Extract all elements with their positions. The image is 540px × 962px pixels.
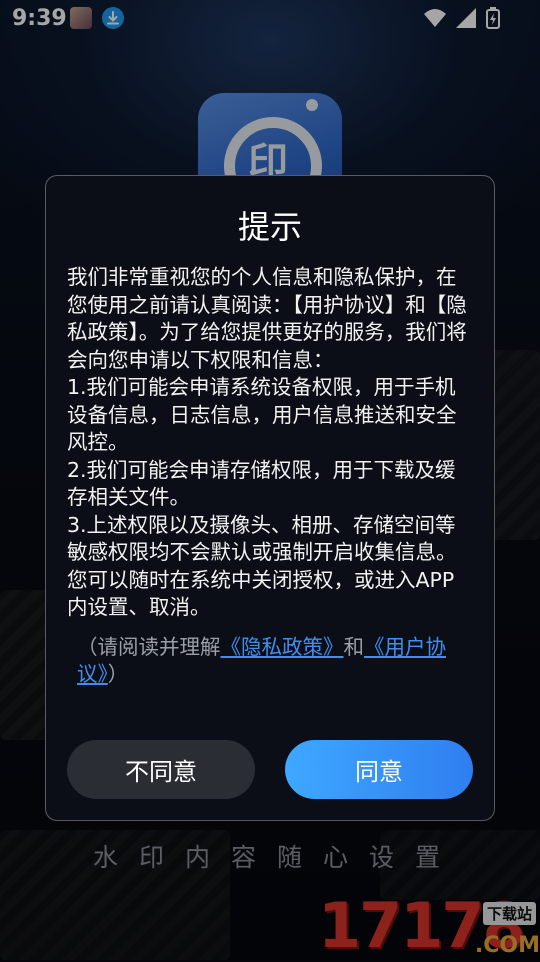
dialog-paragraph: 3.上述权限以及摄像头、相册、存储空间等敏感权限均不会默认或强制开启收集信息。您… <box>67 512 457 620</box>
agree-button[interactable]: 同意 <box>285 740 473 799</box>
dialog-paragraph: 2.我们可能会申请存储权限，用于下载及缓存相关文件。 <box>67 457 456 510</box>
dialog-title: 提示 <box>237 208 302 246</box>
agreement-note: （请阅读并理解《隐私政策》和《用户协议》） <box>67 634 472 689</box>
dialog-paragraph: 1.我们可能会申请系统设备权限，用于手机设备信息，日志信息，用户信息推送和安全风… <box>67 375 457 454</box>
note-prefix: （请阅读并理解 <box>77 634 221 659</box>
note-suffix: ） <box>107 662 129 686</box>
privacy-dialog: 提示 我们非常重视您的个人信息和隐私保护，在您使用之前请认真阅读：【用护协议】和… <box>45 175 495 821</box>
dialog-paragraph: 我们非常重视您的个人信息和隐私保护，在您使用之前请认真阅读：【用护协议】和【隐私… <box>67 265 467 372</box>
note-middle: 和 <box>343 634 365 659</box>
dialog-body: 我们非常重视您的个人信息和隐私保护，在您使用之前请认真阅读：【用护协议】和【隐私… <box>67 264 472 689</box>
privacy-policy-link[interactable]: 《隐私政策》 <box>221 635 344 659</box>
disagree-button[interactable]: 不同意 <box>67 740 255 799</box>
